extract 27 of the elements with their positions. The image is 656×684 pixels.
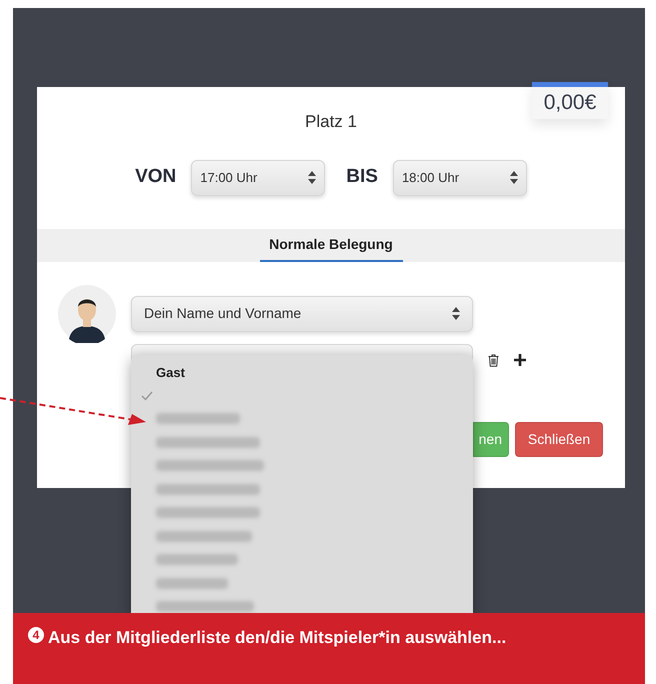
dialog-title: Platz 1	[305, 111, 357, 133]
blurred-entry[interactable]	[156, 436, 260, 448]
blurred-entry[interactable]	[156, 578, 228, 589]
updown-arrows-icon	[452, 307, 460, 320]
blurred-entry[interactable]	[156, 507, 260, 518]
blurred-entry[interactable]	[156, 601, 254, 612]
tab[interactable]: Normale Belegung	[260, 228, 402, 262]
step-number: 4	[28, 627, 44, 643]
to-time-select[interactable]: 18:00 Uhr	[392, 160, 527, 196]
to-label: BIS	[346, 165, 378, 190]
blurred-entry[interactable]	[156, 530, 252, 542]
close-button[interactable]: Schließen	[515, 422, 603, 457]
dropdown-option[interactable]: Gast	[131, 361, 473, 384]
from-time-select[interactable]: 17:00 Uhr	[191, 160, 326, 196]
trash-icon[interactable]	[488, 354, 499, 367]
plus-icon[interactable]	[514, 354, 526, 366]
price-badge: 0,00€	[532, 82, 608, 119]
from-label: VON	[135, 165, 176, 190]
blurred-entry[interactable]	[156, 460, 264, 472]
updown-arrows-icon	[510, 171, 518, 184]
blurred-entry[interactable]	[156, 484, 260, 495]
updown-arrows-icon	[308, 171, 316, 184]
caption-text: Aus der Mitgliederliste den/die Mitspieler*in auswählen...	[48, 627, 506, 649]
avatar-silhouette	[58, 284, 116, 342]
player-name-select[interactable]: Dein Name und Vorname	[131, 296, 473, 332]
blurred-entry[interactable]	[156, 413, 240, 424]
blurred-entry[interactable]	[156, 554, 238, 566]
